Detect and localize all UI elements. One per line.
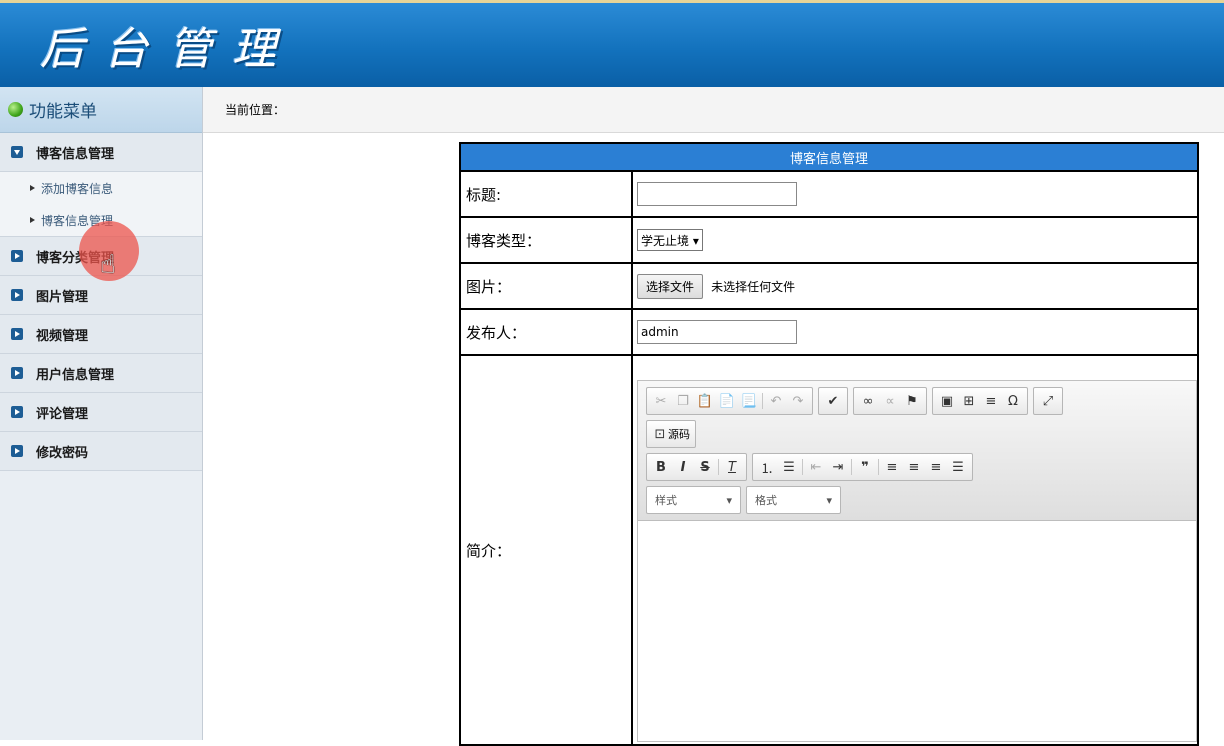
title-input[interactable] — [637, 182, 797, 206]
align-justify-icon[interactable]: ☰ — [947, 456, 969, 478]
rich-text-editor: ✂ ❐ 📋 📄 📃 ↶ ↷ ✔ ∞ ∝ ⚑ ▣ ⊞ ≡ Ω ⤢ ⊡ 源码 B I… — [637, 380, 1197, 742]
sidebar-item-comments[interactable]: 评论管理 — [0, 393, 202, 432]
format-combo[interactable]: 格式 ▾ — [746, 486, 841, 514]
choose-file-button[interactable]: 选择文件 — [637, 273, 704, 299]
editor-toolbar: ✂ ❐ 📋 📄 📃 ↶ ↷ ✔ ∞ ∝ ⚑ ▣ ⊞ ≡ Ω ⤢ ⊡ 源码 B I… — [638, 381, 1196, 521]
publisher-input[interactable] — [637, 320, 797, 344]
header-banner: 后台管理 — [0, 3, 1224, 87]
sidebar-item-password[interactable]: 修改密码 — [0, 432, 202, 471]
italic-icon[interactable]: I — [672, 456, 694, 478]
indent-icon[interactable]: ⇥ — [827, 456, 849, 478]
dropdown-arrow-icon: ▾ — [726, 493, 732, 507]
logo: 后台管理 — [40, 24, 296, 75]
redo-icon[interactable]: ↷ — [787, 390, 809, 412]
dropdown-arrow-icon: ▾ — [826, 493, 832, 507]
editor-content-area[interactable] — [638, 521, 1196, 733]
collapse-arrow-icon — [11, 250, 23, 262]
copy-icon[interactable]: ❐ — [672, 390, 694, 412]
collapse-arrow-icon — [11, 406, 23, 418]
anchor-flag-icon[interactable]: ⚑ — [901, 390, 923, 412]
align-center-icon[interactable]: ≡ — [903, 456, 925, 478]
file-status: 未选择任何文件 — [711, 279, 796, 294]
image-label: 图片： — [459, 262, 633, 310]
blog-form-table: 博客信息管理 标题: 博客类型： 学无止境 ▾ 图片： 选择文件 未选择任何文件… — [459, 142, 1199, 746]
horizontal-rule-icon[interactable]: ≡ — [980, 390, 1002, 412]
sidebar-item-blog-info[interactable]: 博客信息管理 — [0, 133, 202, 172]
undo-icon[interactable]: ↶ — [765, 390, 787, 412]
type-label: 博客类型： — [459, 216, 633, 264]
sidebar-subitem-blog-manage[interactable]: 博客信息管理 — [0, 204, 202, 236]
paste-text-icon[interactable]: 📄 — [716, 390, 738, 412]
collapse-arrow-icon — [11, 328, 23, 340]
form-title: 博客信息管理 — [459, 142, 1199, 172]
source-code-icon: ⊡ — [654, 426, 666, 442]
align-right-icon[interactable]: ≡ — [925, 456, 947, 478]
bullet-triangle-icon — [30, 217, 35, 223]
strike-icon[interactable]: S — [694, 456, 716, 478]
sidebar: 功能菜单 博客信息管理 添加博客信息 博客信息管理 博客分类管理 图片管理 视频… — [0, 87, 203, 740]
sidebar-item-users[interactable]: 用户信息管理 — [0, 354, 202, 393]
blockquote-icon[interactable]: ❞ — [854, 456, 876, 478]
publisher-label: 发布人： — [459, 308, 633, 356]
dropdown-arrow-icon: ▾ — [692, 234, 699, 248]
collapse-arrow-icon — [11, 367, 23, 379]
image-icon[interactable]: ▣ — [936, 390, 958, 412]
special-char-icon[interactable]: Ω — [1002, 390, 1024, 412]
outdent-icon[interactable]: ⇤ — [805, 456, 827, 478]
bullet-list-icon[interactable]: ☰ — [778, 456, 800, 478]
link-icon[interactable]: ∞ — [857, 390, 879, 412]
bold-icon[interactable]: B — [650, 456, 672, 478]
menu-gem-icon — [8, 102, 23, 117]
sidebar-title: 功能菜单 — [0, 87, 202, 133]
spellcheck-icon[interactable]: ✔ — [822, 390, 844, 412]
style-combo[interactable]: 样式 ▾ — [646, 486, 741, 514]
numbered-list-icon[interactable]: ⒈ — [756, 456, 778, 478]
sidebar-item-videos[interactable]: 视频管理 — [0, 315, 202, 354]
maximize-icon[interactable]: ⤢ — [1037, 390, 1059, 412]
breadcrumb: 当前位置： — [203, 87, 1224, 133]
paste-word-icon[interactable]: 📃 — [738, 390, 760, 412]
bullet-triangle-icon — [30, 185, 35, 191]
type-select[interactable]: 学无止境 ▾ — [637, 229, 703, 251]
unlink-icon[interactable]: ∝ — [879, 390, 901, 412]
sidebar-subitem-add-blog[interactable]: 添加博客信息 — [0, 172, 202, 204]
remove-format-icon[interactable]: T — [721, 456, 743, 478]
collapse-arrow-icon — [11, 445, 23, 457]
paste-icon[interactable]: 📋 — [694, 390, 716, 412]
title-label: 标题: — [459, 170, 633, 218]
table-icon[interactable]: ⊞ — [958, 390, 980, 412]
expand-arrow-icon — [11, 146, 23, 158]
collapse-arrow-icon — [11, 289, 23, 301]
source-button[interactable]: ⊡ 源码 — [646, 420, 696, 448]
cut-icon[interactable]: ✂ — [650, 390, 672, 412]
sidebar-item-blog-category[interactable]: 博客分类管理 — [0, 237, 202, 276]
intro-label: 简介： — [459, 354, 633, 746]
sidebar-item-images[interactable]: 图片管理 — [0, 276, 202, 315]
align-left-icon[interactable]: ≡ — [881, 456, 903, 478]
